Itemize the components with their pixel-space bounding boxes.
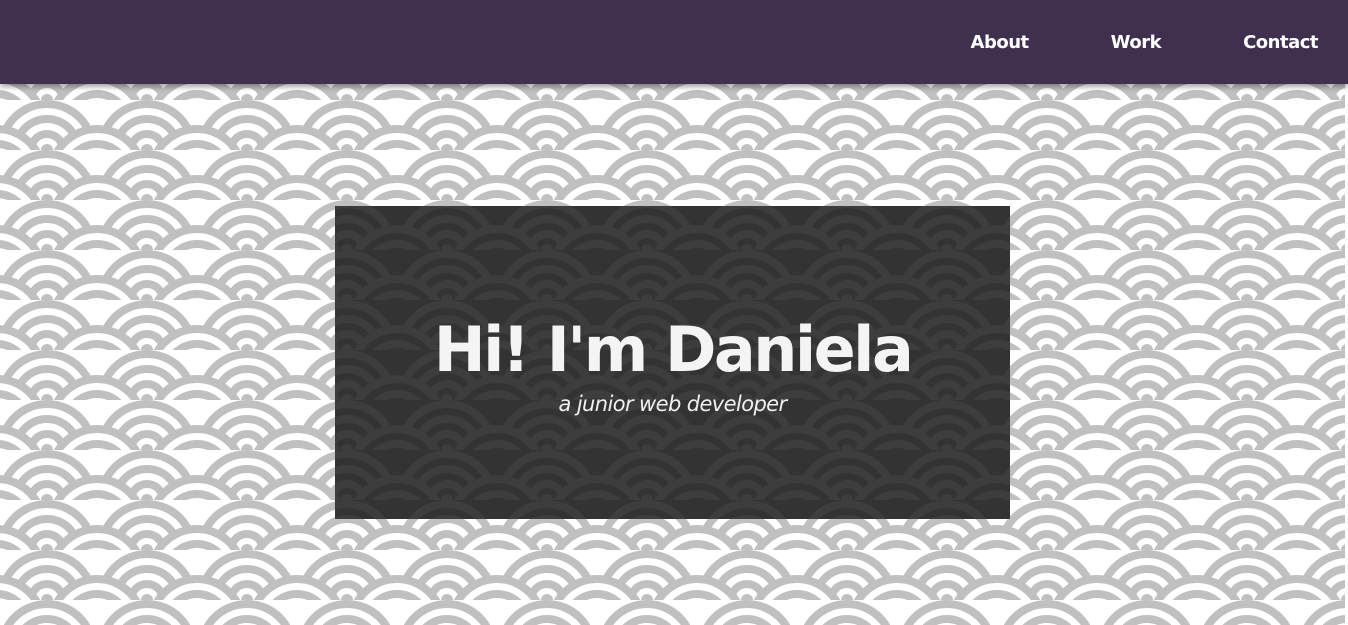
nav-link-contact[interactable]: Contact <box>1243 32 1318 53</box>
hero-title: Hi! I'm Daniela <box>433 313 914 386</box>
top-navbar: About Work Contact <box>0 0 1348 84</box>
nav-link-work[interactable]: Work <box>1111 32 1162 53</box>
hero-card-text: Hi! I'm Daniela a junior web developer <box>335 206 1010 519</box>
hero-subtitle: a junior web developer <box>558 392 787 416</box>
hero-card: Hi! I'm Daniela a junior web developer <box>335 206 1010 519</box>
nav-links: About Work Contact <box>889 0 1348 84</box>
nav-link-about[interactable]: About <box>971 32 1030 53</box>
page: About Work Contact Hi! I'm Daniela a jun… <box>0 0 1348 625</box>
